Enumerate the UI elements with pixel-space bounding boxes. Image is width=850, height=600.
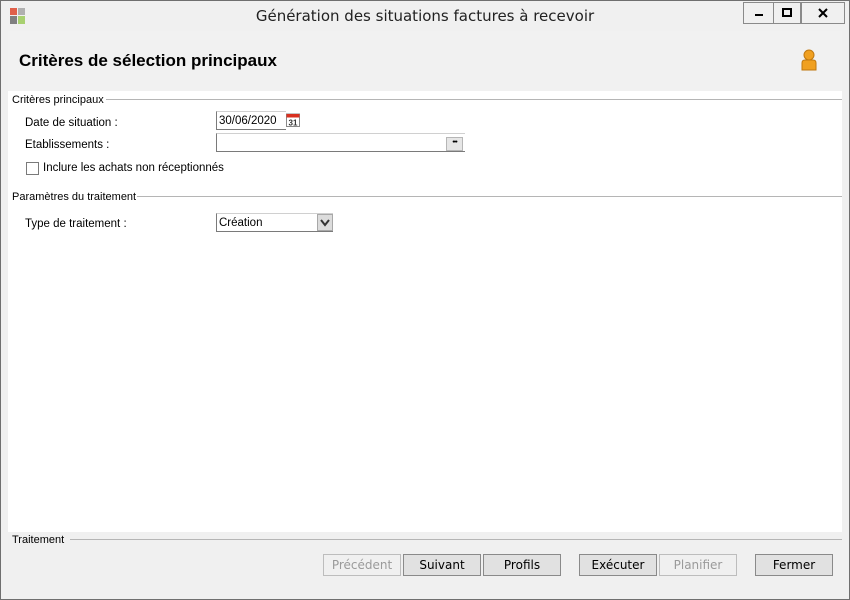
svg-text:31: 31 bbox=[289, 119, 298, 128]
close-icon bbox=[818, 8, 828, 18]
minimize-button[interactable] bbox=[743, 2, 775, 24]
establishments-label: Etablissements : bbox=[25, 139, 110, 151]
establishments-input[interactable] bbox=[216, 133, 465, 152]
footer-area: Traitement Précédent Suivant Profils Exé… bbox=[8, 532, 842, 592]
section-label-criteria: Critères principaux bbox=[12, 94, 104, 106]
section-label-treatment: Traitement bbox=[12, 534, 65, 546]
calendar-icon[interactable]: 31 bbox=[286, 113, 300, 127]
execute-button[interactable]: Exécuter bbox=[579, 554, 657, 576]
profiles-button[interactable]: Profils bbox=[483, 554, 561, 576]
type-label: Type de traitement : bbox=[25, 218, 127, 230]
maximize-button[interactable] bbox=[773, 2, 801, 24]
next-button[interactable]: Suivant bbox=[403, 554, 481, 576]
section-label-processing: Paramètres du traitement bbox=[12, 191, 137, 203]
close-button[interactable]: Fermer bbox=[755, 554, 833, 576]
ellipsis-icon: ••• bbox=[452, 139, 457, 146]
title-bar[interactable]: Génération des situations factures à rec… bbox=[1, 1, 849, 29]
close-window-button[interactable] bbox=[801, 2, 845, 24]
dropdown-button[interactable] bbox=[317, 214, 333, 231]
page-header: Critères de sélection principaux bbox=[8, 31, 842, 91]
window-title: Génération des situations factures à rec… bbox=[255, 7, 595, 25]
previous-button[interactable]: Précédent bbox=[323, 554, 401, 576]
include-checkbox[interactable] bbox=[26, 162, 39, 175]
minimize-icon bbox=[755, 14, 763, 16]
section-divider bbox=[106, 99, 842, 100]
date-label: Date de situation : bbox=[25, 117, 118, 129]
maximize-icon bbox=[782, 8, 792, 17]
date-input[interactable]: 30/06/2020 bbox=[216, 111, 286, 130]
user-icon[interactable] bbox=[800, 49, 818, 71]
app-window: Génération des situations factures à rec… bbox=[0, 0, 850, 600]
browse-button[interactable]: ••• bbox=[446, 137, 463, 151]
schedule-button[interactable]: Planifier bbox=[659, 554, 737, 576]
content-area: Critères de sélection principaux Critère… bbox=[8, 31, 842, 592]
type-select[interactable]: Création bbox=[216, 213, 333, 232]
include-label: Inclure les achats non réceptionnés bbox=[43, 162, 224, 174]
chevron-down-icon bbox=[320, 219, 330, 227]
page-title: Critères de sélection principaux bbox=[19, 51, 277, 70]
section-divider bbox=[137, 196, 842, 197]
section-divider bbox=[70, 539, 842, 540]
